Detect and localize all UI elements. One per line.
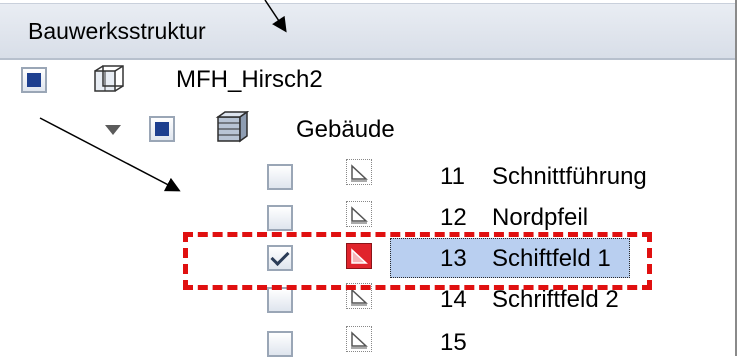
- arrow-to-title: [264, 0, 287, 33]
- arrow-to-layers: [39, 117, 181, 192]
- annotation-arrows: [39, 0, 287, 192]
